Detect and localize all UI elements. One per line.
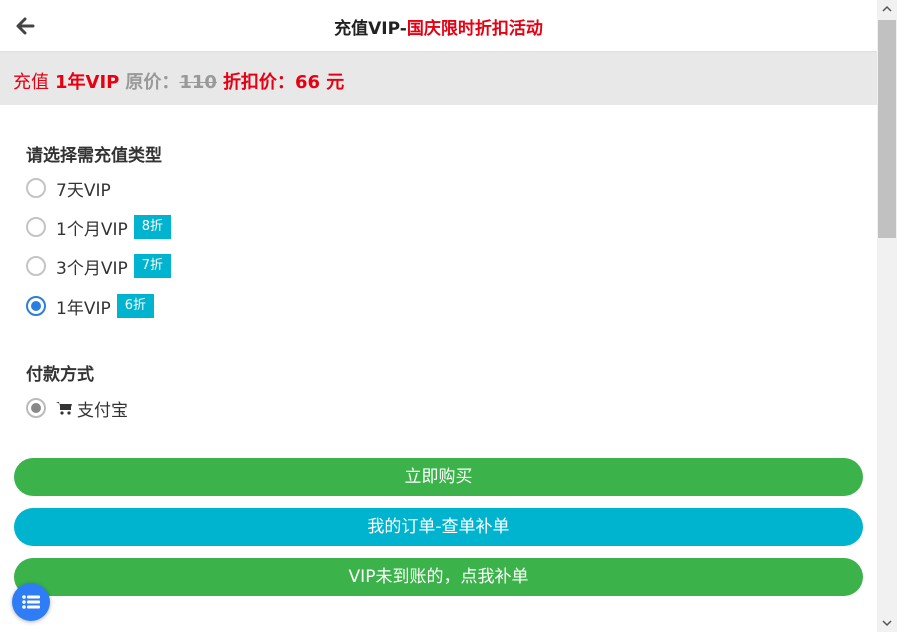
- page-title: 充值VIP-国庆限时折扣活动: [0, 14, 877, 39]
- discount-badge: 6折: [116, 294, 154, 318]
- vip-missing-button[interactable]: VIP未到账的，点我补单: [14, 558, 863, 596]
- option-label: 7天VIP: [56, 180, 111, 201]
- payment-option-alipay[interactable]: 支付宝: [26, 395, 128, 421]
- buy-now-button[interactable]: 立即购买: [14, 458, 863, 496]
- radio-button[interactable]: [26, 256, 46, 276]
- price-summary: 充值 1年VIP 原价：110 折扣价：66 元: [13, 68, 344, 94]
- option-label: 1个月VIP: [56, 219, 128, 240]
- option-1year-vip[interactable]: 1年VIP 6折: [26, 293, 154, 319]
- payment-method-label: 支付宝: [77, 400, 128, 421]
- option-7day-vip[interactable]: 7天VIP: [26, 175, 111, 201]
- header: 充值VIP-国庆限时折扣活动: [0, 0, 877, 52]
- discount-badge: 8折: [133, 215, 171, 239]
- radio-button[interactable]: [26, 178, 46, 198]
- scroll-thumb[interactable]: [878, 20, 896, 238]
- discount-price: 66 元: [294, 72, 345, 93]
- discount-price-label: 折扣价：: [222, 72, 295, 93]
- option-label: 1年VIP: [56, 298, 111, 319]
- list-icon: [22, 595, 40, 609]
- scroll-up-button[interactable]: [877, 0, 897, 18]
- page-title-promo: 国庆限时折扣活动: [406, 19, 543, 39]
- recharge-type-title: 请选择需充值类型: [26, 146, 162, 166]
- page: 充值VIP-国庆限时折扣活动 充值 1年VIP 原价：110 折扣价：66 元 请选择…: [0, 0, 877, 632]
- option-label: 3个月VIP: [56, 258, 128, 279]
- option-1month-vip[interactable]: 1个月VIP 8折: [26, 214, 171, 240]
- discount-badge: 7折: [133, 254, 171, 278]
- price-banner: 充值 1年VIP 原价：110 折扣价：66 元: [0, 52, 877, 105]
- my-orders-button[interactable]: 我的订单-查单补单: [14, 508, 863, 546]
- menu-fab-button[interactable]: [12, 583, 50, 621]
- banner-prefix: 充值: [13, 72, 49, 93]
- payment-method-title: 付款方式: [26, 365, 94, 385]
- radio-button-selected[interactable]: [26, 398, 46, 418]
- page-title-main: 充值VIP-: [334, 19, 407, 39]
- radio-button-selected[interactable]: [26, 296, 46, 316]
- original-price: 110: [179, 72, 217, 93]
- banner-item: 1年VIP: [55, 72, 120, 93]
- chevron-down-icon: [882, 620, 892, 627]
- original-price-label: 原价：: [125, 72, 180, 93]
- cart-icon: [56, 402, 72, 415]
- chevron-up-icon: [882, 5, 892, 12]
- radio-button[interactable]: [26, 217, 46, 237]
- vertical-scrollbar[interactable]: [877, 0, 897, 632]
- option-3month-vip[interactable]: 3个月VIP 7折: [26, 253, 171, 279]
- scroll-down-button[interactable]: [877, 614, 897, 632]
